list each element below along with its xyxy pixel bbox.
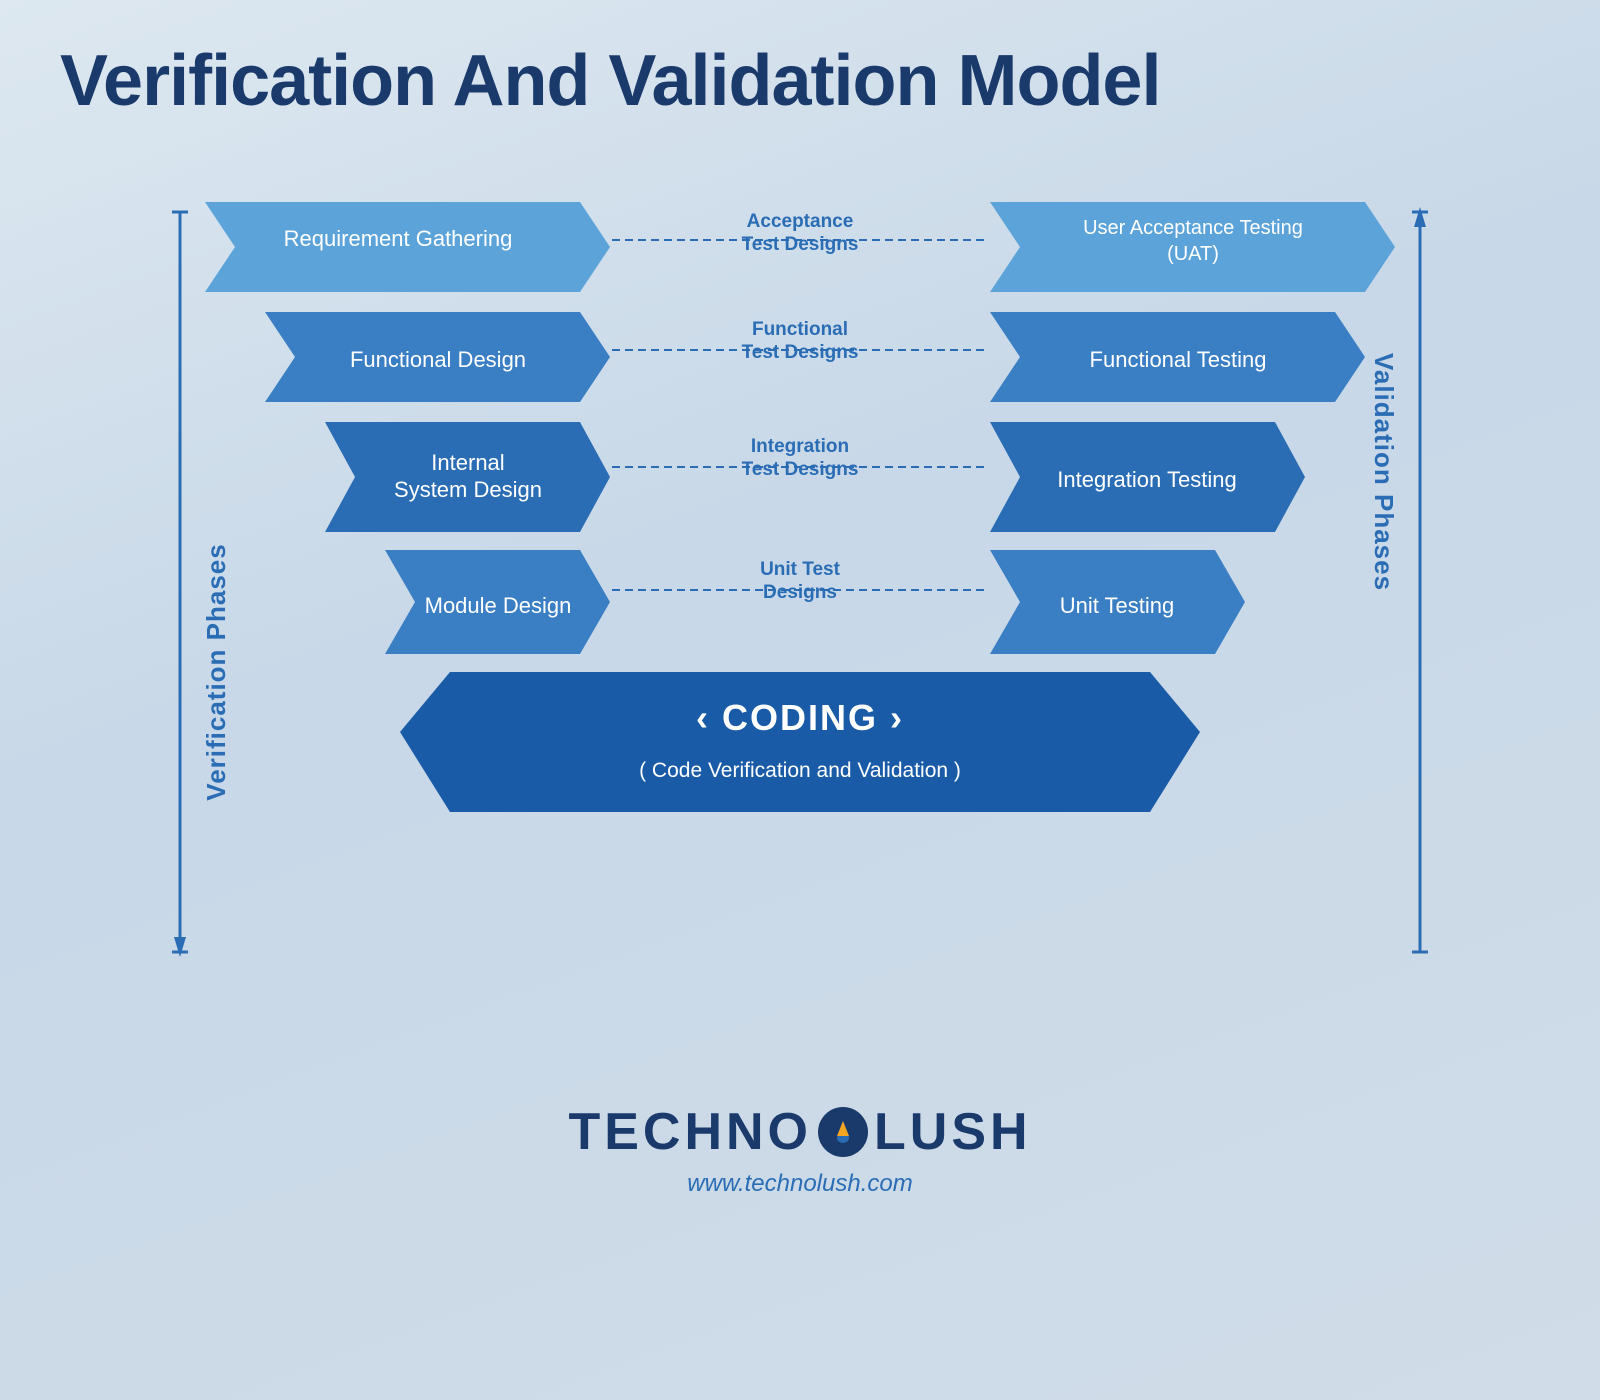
logo-icon [818,1107,868,1157]
svg-text:Functional Design: Functional Design [350,347,526,372]
logo-text-left: TECHNO [568,1102,812,1162]
svg-text:Unit Testing: Unit Testing [1060,593,1175,618]
svg-text:Functional: Functional [752,319,848,340]
logo-section: TECHNO LUSH www.technolush.com [568,1102,1031,1198]
svg-text:Test Designs: Test Designs [742,234,859,255]
svg-text:Requirement Gathering: Requirement Gathering [284,226,513,251]
svg-text:Internal: Internal [431,450,504,475]
svg-text:Validation Phases: Validation Phases [1369,353,1399,591]
svg-text:Acceptance: Acceptance [747,211,854,232]
svg-text:Test Designs: Test Designs [742,342,859,363]
v-model-diagram: Requirement Gathering User Acceptance Te… [60,172,1540,1042]
svg-text:(UAT): (UAT) [1167,243,1219,265]
svg-text:Integration: Integration [751,436,849,457]
svg-text:System Design: System Design [394,477,542,502]
logo-text-right: LUSH [874,1102,1032,1162]
svg-text:Designs: Designs [763,582,837,603]
page-title: Verification And Validation Model [60,40,1540,122]
svg-text:Unit Test: Unit Test [760,559,841,580]
svg-text:‹ CODING ›: ‹ CODING › [696,697,904,738]
svg-text:Test Designs: Test Designs [742,459,859,480]
logo-url[interactable]: www.technolush.com [687,1170,912,1198]
svg-text:Verification Phases: Verification Phases [201,543,231,800]
svg-text:Integration Testing: Integration Testing [1057,467,1236,492]
v-model-svg: Requirement Gathering User Acceptance Te… [150,172,1450,1042]
svg-text:User Acceptance Testing: User Acceptance Testing [1083,217,1303,239]
logo: TECHNO LUSH [568,1102,1031,1162]
svg-text:Module Design: Module Design [425,593,572,618]
svg-text:Functional Testing: Functional Testing [1090,347,1267,372]
svg-text:( Code Verification and Valida: ( Code Verification and Validation ) [639,759,961,782]
